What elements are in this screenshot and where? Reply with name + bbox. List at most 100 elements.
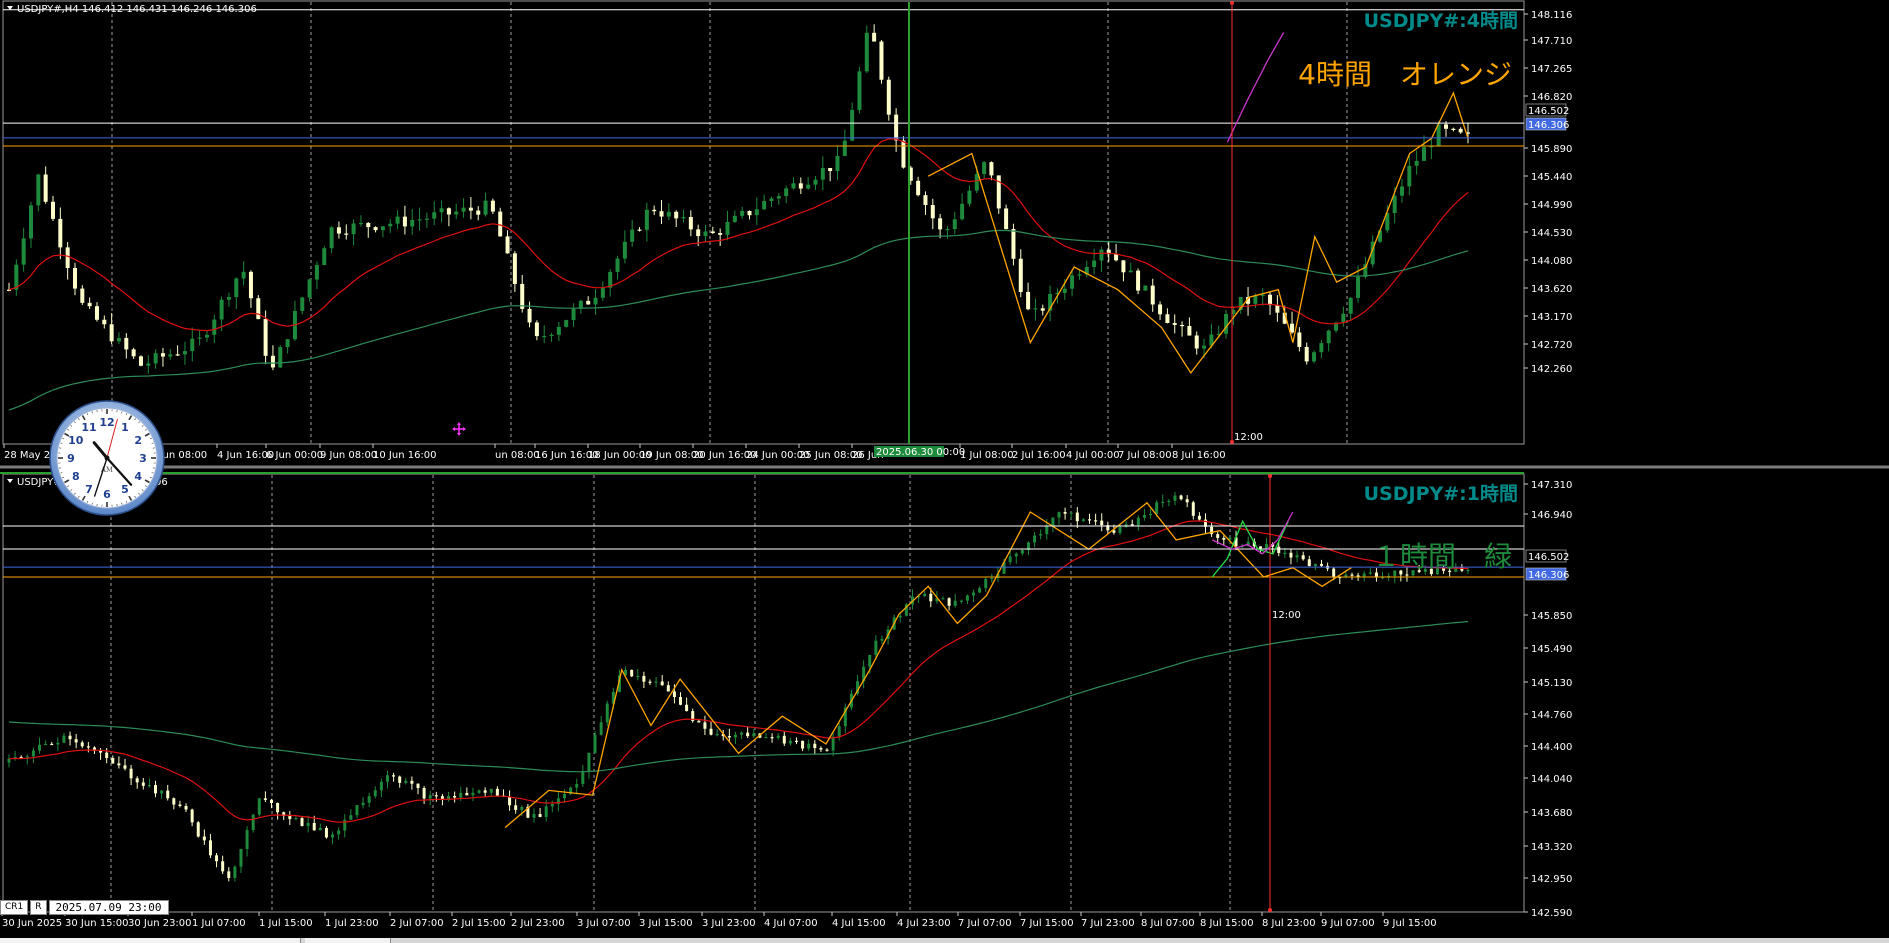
top_chart-candle-body	[556, 326, 561, 335]
top_chart-candle-body	[1414, 160, 1419, 166]
top_chart-candle-body	[615, 258, 620, 272]
top_chart-candle-body	[197, 337, 202, 339]
bottom_chart-time-label: 3 Jul 07:00	[577, 918, 631, 929]
top_chart-candle-body	[512, 253, 517, 284]
top_chart-candle-body	[358, 222, 363, 225]
bottom_chart-candle-body	[923, 593, 927, 597]
top_chart-price-label: 145.890	[1531, 144, 1572, 155]
top_chart-candle-body	[278, 347, 283, 368]
top_chart-candle-body	[190, 338, 195, 352]
top_chart-candle-body	[446, 208, 451, 215]
bottom_chart-time-marker-handle[interactable]	[1268, 474, 1272, 478]
top_chart-candle-body	[373, 227, 378, 231]
bottom_chart-candle-body	[984, 578, 988, 589]
clock-numeral: 9	[67, 452, 75, 465]
clock-numeral: 2	[134, 434, 142, 447]
top_chart-candle-body	[688, 217, 693, 230]
bottom_chart-candle-body	[7, 758, 11, 763]
bottom_chart-candle-body	[123, 765, 127, 769]
bottom_chart-price-label: 146.940	[1531, 510, 1572, 521]
bottom_chart-candle-body	[1356, 575, 1360, 577]
bottom_chart-candle-body	[31, 750, 35, 757]
status-strip: CR1 R 2025.07.09 23:00	[0, 899, 171, 915]
top_chart-price-label: 148.116	[1531, 10, 1572, 21]
top_chart-candle-body	[1356, 276, 1361, 298]
bottom_chart-candle-body	[813, 743, 817, 749]
top_chart-candle-body	[1202, 345, 1207, 349]
bottom_chart-candle-body	[135, 778, 139, 783]
top_chart-candle-body	[791, 183, 796, 189]
top_chart-candle-body	[520, 283, 525, 309]
bottom_chart-price-label: 143.680	[1531, 808, 1572, 819]
bottom_chart-candle-body	[221, 861, 225, 872]
cr-badge[interactable]: CR1	[0, 899, 29, 915]
chart-tab-bar	[0, 938, 1889, 943]
top_chart-time-label: 4 Jul 00:00	[1066, 450, 1120, 461]
top_chart-candle-body	[116, 337, 121, 342]
top_chart-price-label: 142.260	[1531, 364, 1572, 375]
top_chart-candle-body	[21, 238, 26, 265]
bottom_chart-time-label: 7 Jul 07:00	[958, 918, 1012, 929]
top_chart-time-label: un 08:00	[495, 450, 540, 461]
bottom_chart-candle-body	[184, 805, 188, 810]
top_chart-price-tag-label: 146.306	[1528, 120, 1569, 131]
bottom_chart-candle-body	[349, 815, 353, 820]
bottom_chart-time-marker-handle[interactable]	[1268, 908, 1272, 912]
top_chart-time-label: 2 Jul 16:00	[1012, 450, 1066, 461]
bottom_chart-candle-body	[807, 743, 811, 749]
top_chart-candle-body	[725, 221, 730, 235]
bottom_chart-candle-body	[99, 750, 103, 753]
bottom_chart-candle-body	[837, 726, 841, 737]
top_chart-candle-body	[938, 218, 943, 230]
bottom_chart-time-label: 4 Jul 07:00	[764, 918, 818, 929]
bottom_chart-candle-body	[1039, 534, 1043, 536]
chart-tab[interactable]	[305, 938, 391, 943]
top_chart-candle-body	[307, 279, 312, 298]
analog-clock-icon[interactable]: 12 1234567891011AM	[49, 400, 165, 516]
top_chart-candle-body	[204, 334, 209, 338]
bottom_chart-candle-body	[1301, 555, 1305, 560]
bottom_chart-time-label: 9 Jul 07:00	[1321, 918, 1375, 929]
top_chart-candle-body	[1290, 323, 1295, 333]
bottom_chart-time-label: 1 Jul 07:00	[192, 918, 246, 929]
bottom_chart-candle-body	[630, 669, 634, 677]
bottom_chart-candle-body	[788, 740, 792, 744]
chart-tab[interactable]	[0, 938, 301, 943]
bottom_chart-time-label: 8 Jul 15:00	[1200, 918, 1254, 929]
bottom_chart-candle-body	[453, 795, 457, 798]
bottom_chart-watermark: USDJPY#:1時間	[1364, 483, 1518, 505]
top_chart-candle-body	[1004, 208, 1009, 230]
bottom_chart-candle-body	[1197, 515, 1201, 520]
bottom_chart-candle-body	[1191, 502, 1195, 516]
top_chart-time-marker-handle[interactable]	[1230, 1, 1234, 5]
top_chart-candle-body	[740, 210, 745, 216]
top_chart-candle-body	[593, 297, 598, 305]
top_chart-time-label: 10 Jun 16:00	[373, 450, 437, 461]
top_chart-candle-body	[732, 215, 737, 222]
top_chart-time-label: 1 Jul 08:00	[960, 450, 1014, 461]
bottom_chart-candle-body	[898, 615, 902, 618]
top_chart-candle-body	[1150, 285, 1155, 305]
top_chart-candle-body	[65, 247, 70, 268]
bottom_chart-candle-body	[782, 735, 786, 744]
top_chart-candle-body	[461, 207, 466, 212]
bottom_chart-candle-body	[1179, 495, 1183, 500]
top_chart-candle-body	[336, 227, 341, 234]
bottom_chart-candle-body	[581, 771, 585, 785]
bottom_chart-time-label: 4 Jul 15:00	[832, 918, 886, 929]
bottom_chart-candle-body	[263, 798, 267, 800]
top_chart-candle-body	[916, 180, 921, 196]
r-badge[interactable]: R	[30, 899, 47, 915]
bottom_chart-candle-body	[959, 600, 963, 602]
bottom_chart-price-tag-label: 146.306	[1528, 570, 1569, 581]
top_chart-candle-body	[36, 174, 41, 206]
top_chart-candle-body	[1062, 288, 1067, 293]
top_chart-candle-body	[102, 319, 107, 325]
top_chart-candle-body	[138, 356, 143, 366]
bottom_chart-candle-body	[367, 796, 371, 803]
top_chart-candle-body	[1253, 295, 1258, 304]
top_chart-candle-body	[1136, 270, 1141, 291]
bottom_chart-candle-body	[294, 818, 298, 820]
top_chart-candle-body	[820, 167, 825, 180]
chart-canvas: USDJPY#,H4 146.412 146.431 146.246 146.3…	[0, 0, 1889, 929]
